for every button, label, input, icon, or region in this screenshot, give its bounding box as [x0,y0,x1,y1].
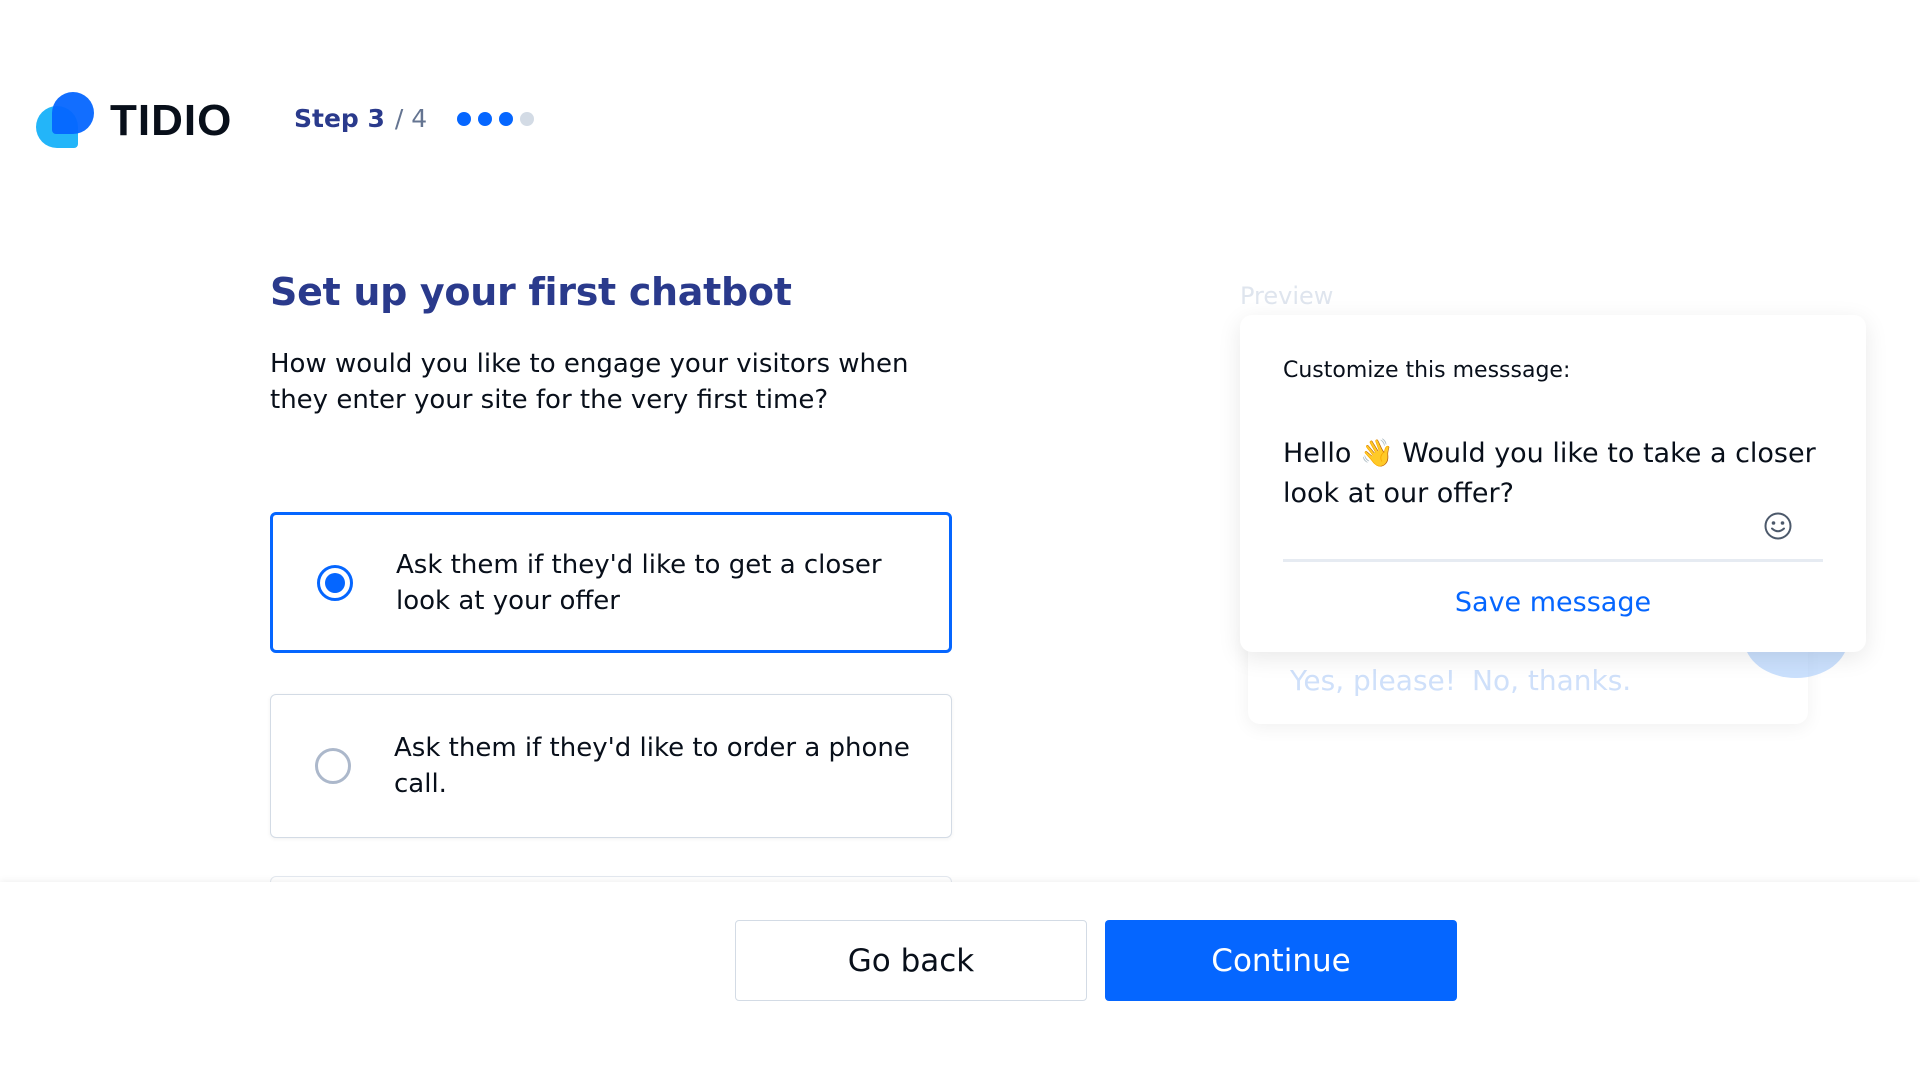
customize-label: Customize this messsage: [1283,358,1571,383]
page-title: Set up your first chatbot [270,270,792,314]
quick-reply-no: No, thanks. [1472,664,1632,697]
main-content: Set up your first chatbot How would you … [270,270,970,838]
option-closer-look[interactable]: Ask them if they'd like to get a closer … [270,512,952,653]
continue-button[interactable]: Continue [1105,920,1457,1001]
step-progress-dots [457,111,535,126]
message-editor[interactable]: Hello 👋 Would you like to take a closer … [1283,434,1823,514]
tidio-logo[interactable]: TIDIO [36,90,232,152]
header: TIDIO Step 3 / 4 [0,0,1920,240]
step-current: Step 3 [294,104,385,133]
save-message-button[interactable]: Save message [1240,587,1866,618]
page-subtitle: How would you like to engage your visito… [270,349,909,415]
step-dot-2 [478,111,493,126]
step-dot-4 [520,111,535,126]
step-dot-3 [499,111,514,126]
go-back-button[interactable]: Go back [735,920,1087,1001]
option-label: Ask them if they'd like to order a phone… [394,733,910,799]
quick-reply-yes: Yes, please! [1290,664,1456,697]
divider [1283,559,1823,562]
step-indicator: Step 3 / 4 [294,104,535,133]
emoji-picker-icon[interactable] [1763,511,1793,541]
option-label: Ask them if they'd like to get a closer … [396,549,882,616]
customize-message-card: Customize this messsage: Hello 👋 Would y… [1240,315,1866,652]
radio-empty-icon[interactable] [315,748,351,784]
step-dot-1 [457,111,472,126]
logo-text: TIDIO [110,96,233,145]
radio-selected-icon[interactable] [317,564,353,601]
tidio-logo-icon [36,90,98,152]
preview-label: Preview [1240,282,1334,310]
option-phone-call[interactable]: Ask them if they'd like to order a phone… [270,694,952,838]
footer-bar: Go back Continue [0,882,1920,1080]
step-total: / 4 [394,104,428,133]
